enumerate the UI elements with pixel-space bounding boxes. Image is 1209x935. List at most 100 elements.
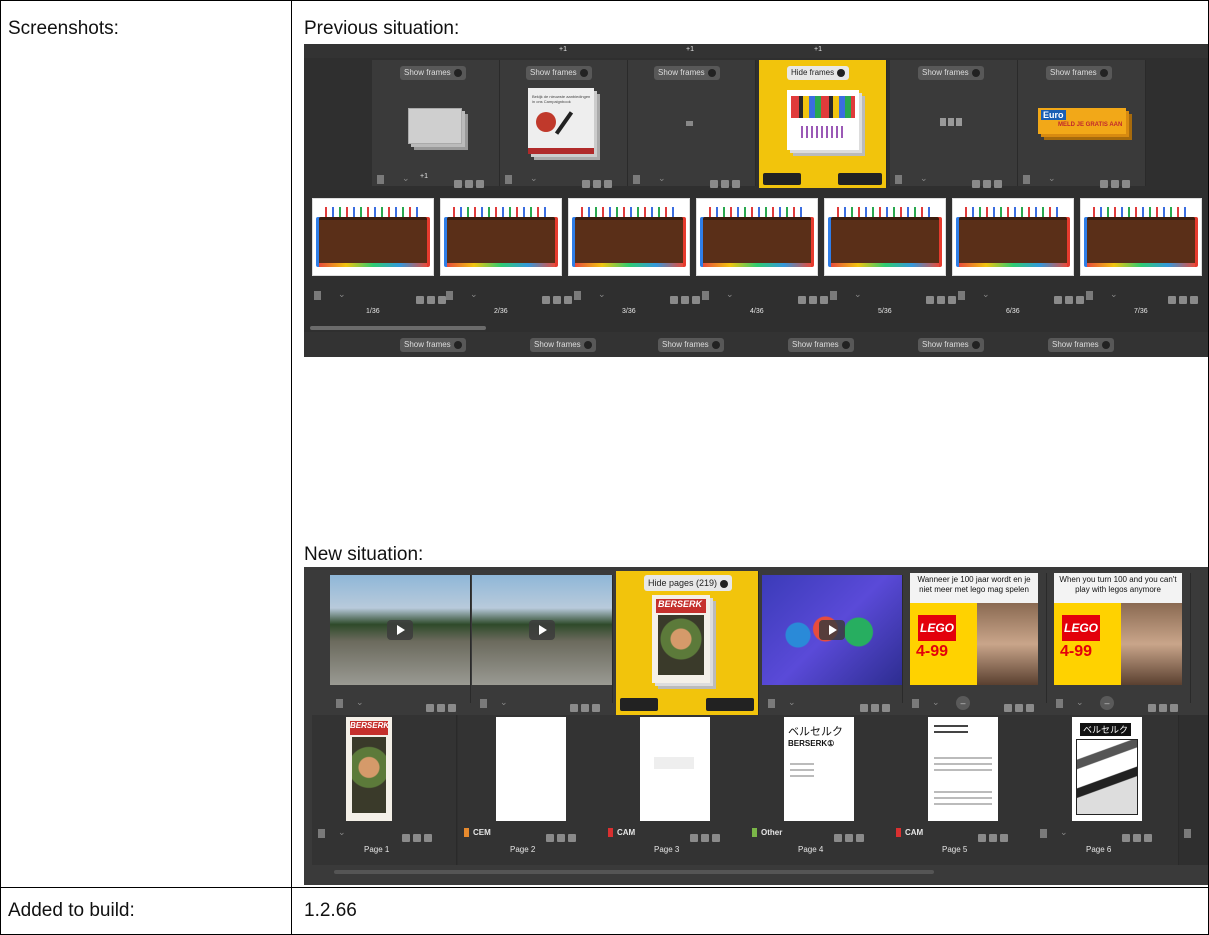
chevron-down-icon[interactable]: ⌄ [932,697,940,708]
bookmark-icon[interactable] [830,291,837,300]
flag-tag-note-icons[interactable] [798,291,834,304]
bookmark-icon[interactable] [377,175,384,184]
flag-tag-note-icons[interactable] [1100,175,1136,188]
group-card-3[interactable]: Show frames [628,60,756,186]
tag-cem[interactable]: CEM [464,828,491,837]
bookmark-icon[interactable] [1023,175,1030,184]
play-icon[interactable] [529,620,555,640]
bookmark-icon[interactable] [480,699,487,708]
tag-other[interactable]: Other [752,828,782,837]
bookmark-icon[interactable] [633,175,640,184]
show-frames-button[interactable]: Show frames [654,66,720,80]
chevron-down-icon[interactable]: ⌄ [598,289,606,300]
frame-thumbnail-3[interactable] [568,198,690,276]
chevron-down-icon[interactable]: ⌄ [470,289,478,300]
chevron-down-icon[interactable]: ⌄ [530,173,538,184]
tag-cam[interactable]: CAM [608,828,635,837]
group-card-5[interactable]: Show frames [890,60,1018,186]
flag-tag-note-icons[interactable] [1168,291,1204,304]
bookmark-icon[interactable] [1040,829,1047,838]
chevron-down-icon[interactable]: ⌄ [402,173,410,184]
doc-card-lego-en[interactable]: When you turn 100 and you can't play wit… [1050,573,1191,703]
bookmark-icon[interactable] [702,291,709,300]
group-card-2[interactable]: Show frames Bekijk de nieuwste aanbiedin… [500,60,628,186]
bookmark-icon[interactable] [912,699,919,708]
show-frames-button[interactable]: Show frames [400,338,466,352]
doc-card-lego-nl[interactable]: Wanneer je 100 jaar wordt en je niet mee… [906,573,1047,703]
flag-tag-note-icons[interactable] [834,829,870,842]
show-frames-button[interactable]: Show frames [788,338,854,352]
chevron-down-icon[interactable]: ⌄ [338,289,346,300]
bookmark-icon[interactable] [1056,699,1063,708]
frame-thumbnail-1[interactable] [312,198,434,276]
show-frames-button[interactable]: Show frames [658,338,724,352]
flag-tag-note-icons[interactable] [690,829,726,842]
frame-thumbnail-5[interactable] [824,198,946,276]
page-card-4[interactable]: ベルセルク BERSERK① [746,715,891,865]
chevron-down-icon[interactable]: ⌄ [658,173,666,184]
flag-tag-note-icons[interactable] [860,699,896,712]
frame-thumbnail-2[interactable] [440,198,562,276]
show-frames-button[interactable]: Show frames [526,66,592,80]
doc-card-berserk-selected[interactable]: Hide pages (219) BERSERK [616,571,759,715]
flag-tag-note-icons[interactable] [454,175,490,188]
bookmark-icon[interactable] [574,291,581,300]
chevron-down-icon[interactable]: ⌄ [854,289,862,300]
chevron-down-icon[interactable]: ⌄ [726,289,734,300]
chevron-down-icon[interactable]: ⌄ [920,173,928,184]
flag-tag-note-icons[interactable] [670,291,706,304]
chevron-down-icon[interactable]: ⌄ [1060,827,1068,838]
flag-tag-note-icons[interactable] [1122,829,1158,842]
frame-thumbnail-6[interactable] [952,198,1074,276]
frame-thumbnail-4[interactable] [696,198,818,276]
play-icon[interactable] [387,620,413,640]
bookmark-icon[interactable] [336,699,343,708]
circle-button[interactable]: – [1100,696,1114,710]
flag-tag-note-icons[interactable] [402,829,438,842]
flag-tag-note-icons[interactable] [1004,699,1040,712]
flag-tag-note-icons[interactable] [972,175,1008,188]
flag-tag-note-icons[interactable] [542,291,578,304]
frame-thumbnail-7[interactable] [1080,198,1202,276]
play-icon[interactable] [819,620,845,640]
doc-card-video-3[interactable] [762,575,903,703]
page-card-1[interactable]: BERSERK [312,715,457,865]
page-card-3[interactable] [602,715,747,865]
page-card-2[interactable] [458,715,603,865]
flag-tag-note-icons[interactable] [570,699,606,712]
doc-card-video-1[interactable] [330,575,471,703]
bookmark-icon[interactable] [958,291,965,300]
bookmark-icon[interactable] [768,699,775,708]
bookmark-icon[interactable] [314,291,321,300]
bookmark-icon[interactable] [1086,291,1093,300]
show-frames-button[interactable]: Show frames [1046,66,1112,80]
group-card-6[interactable]: Show frames Euro MELD JE GRATIS AAN [1018,60,1146,186]
bookmark-icon[interactable] [1184,829,1191,838]
chevron-down-icon[interactable]: ⌄ [982,289,990,300]
chevron-down-icon[interactable]: ⌄ [1076,697,1084,708]
tag-cam[interactable]: CAM [896,828,923,837]
pages-scrollbar[interactable] [334,870,934,874]
bookmark-icon[interactable] [505,175,512,184]
chevron-down-icon[interactable]: ⌄ [500,697,508,708]
show-frames-button[interactable]: Show frames [918,338,984,352]
flag-tag-note-icons[interactable] [546,829,582,842]
flag-tag-note-icons[interactable] [426,699,462,712]
show-frames-button[interactable]: Show frames [918,66,984,80]
show-frames-button[interactable]: Show frames [530,338,596,352]
frames-scrollbar[interactable] [310,326,486,330]
group-card-4-selected[interactable]: Hide frames [759,60,887,188]
flag-tag-note-icons[interactable] [926,291,962,304]
flag-tag-note-icons[interactable] [710,175,746,188]
chevron-down-icon[interactable]: ⌄ [1110,289,1118,300]
flag-tag-note-icons[interactable] [582,175,618,188]
hide-pages-button[interactable]: Hide pages (219) [644,575,733,591]
hide-frames-button[interactable]: Hide frames [787,66,850,80]
flag-tag-note-icons[interactable] [978,829,1014,842]
bookmark-icon[interactable] [318,829,325,838]
page-card-5[interactable] [890,715,1035,865]
flag-tag-note-icons[interactable] [1148,699,1184,712]
show-frames-button[interactable]: Show frames [1048,338,1114,352]
bookmark-icon[interactable] [446,291,453,300]
chevron-down-icon[interactable]: ⌄ [338,827,346,838]
